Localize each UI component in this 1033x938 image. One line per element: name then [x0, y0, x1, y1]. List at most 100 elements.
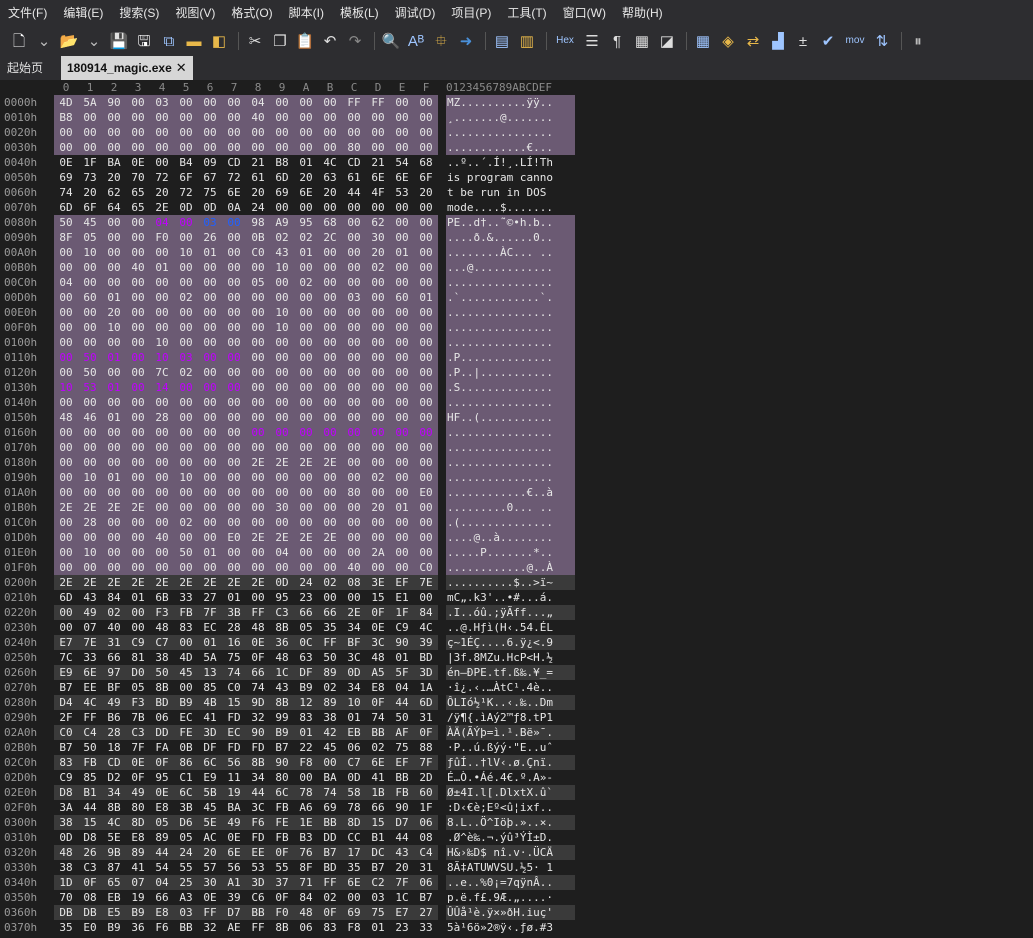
goto-icon[interactable]: ➜ — [455, 30, 477, 52]
hex-byte[interactable]: B9 — [174, 696, 198, 709]
hex-byte[interactable]: 6E — [78, 666, 102, 679]
hex-byte[interactable]: 01 — [198, 636, 222, 649]
hex-byte[interactable]: 00 — [54, 351, 78, 364]
hex-byte[interactable]: 00 — [150, 291, 174, 304]
hex-byte[interactable]: 83 — [294, 711, 318, 724]
hex-byte[interactable]: 00 — [342, 591, 366, 604]
hex-byte[interactable]: 19 — [126, 891, 150, 904]
hex-byte[interactable]: 00 — [126, 96, 150, 109]
hex-byte[interactable]: 28 — [102, 726, 126, 739]
ascii-text[interactable]: .P..|........... — [447, 366, 575, 379]
open-project-icon[interactable]: ◧ — [208, 30, 230, 52]
hex-byte[interactable]: 00 — [150, 441, 174, 454]
hex-byte[interactable]: 00 — [390, 441, 414, 454]
hex-byte[interactable]: 70 — [54, 891, 78, 904]
hex-byte[interactable]: 00 — [390, 366, 414, 379]
hex-byte[interactable]: 87 — [102, 861, 126, 874]
hex-byte[interactable]: 00 — [366, 486, 390, 499]
hex-byte[interactable]: 00 — [54, 516, 78, 529]
hex-byte[interactable]: 27 — [198, 591, 222, 604]
hex-byte[interactable]: 04 — [150, 216, 174, 229]
ascii-text[interactable]: .........0... .. — [447, 501, 575, 514]
hex-byte[interactable]: 0F — [78, 876, 102, 889]
hex-byte[interactable]: 0D — [270, 576, 294, 589]
hex-byte[interactable]: 00 — [222, 261, 246, 274]
hex-byte[interactable]: 2E — [246, 576, 270, 589]
hex-byte[interactable]: 3A — [54, 801, 78, 814]
hex-byte[interactable]: BB — [366, 726, 390, 739]
hex-byte[interactable]: 00 — [126, 396, 150, 409]
hex-byte[interactable]: 48 — [246, 621, 270, 634]
hex-byte[interactable]: 00 — [390, 111, 414, 124]
hex-byte[interactable]: 64 — [102, 201, 126, 214]
ascii-text[interactable]: ¸.......@....... — [447, 111, 575, 124]
hex-byte[interactable]: 49 — [126, 786, 150, 799]
hex-byte[interactable]: 69 — [270, 186, 294, 199]
new-file-icon[interactable]: 🗋 — [8, 30, 30, 52]
hex-byte[interactable]: 5A — [198, 651, 222, 664]
hex-byte[interactable]: 00 — [174, 261, 198, 274]
undo-icon[interactable]: ↶ — [319, 30, 341, 52]
hex-byte[interactable]: 00 — [318, 321, 342, 334]
hex-byte[interactable]: 6E — [222, 846, 246, 859]
menu-item[interactable]: 编辑(E) — [55, 0, 111, 26]
hex-byte[interactable]: 56 — [222, 756, 246, 769]
hex-byte[interactable]: 00 — [126, 216, 150, 229]
hex-byte[interactable]: 00 — [246, 561, 270, 574]
hex-byte[interactable]: 00 — [246, 261, 270, 274]
hex-byte[interactable]: 56 — [222, 861, 246, 874]
hex-byte[interactable]: 72 — [222, 171, 246, 184]
hex-byte[interactable]: 0E — [126, 156, 150, 169]
ascii-text[interactable]: ................ — [447, 336, 575, 349]
menu-item[interactable]: 帮助(H) — [614, 0, 671, 26]
hex-byte[interactable]: 62 — [366, 216, 390, 229]
hex-byte[interactable]: 33 — [78, 651, 102, 664]
hex-byte[interactable]: 00 — [366, 411, 390, 424]
hex-byte[interactable]: 7F — [126, 741, 150, 754]
hex-byte[interactable]: 00 — [198, 291, 222, 304]
hex-byte[interactable]: 00 — [270, 126, 294, 139]
hex-byte[interactable]: 49 — [102, 696, 126, 709]
hex-byte[interactable]: 61 — [246, 171, 270, 184]
hex-byte[interactable]: 38 — [54, 861, 78, 874]
hex-byte[interactable]: 00 — [414, 126, 438, 139]
hex-byte[interactable]: 1D — [54, 876, 78, 889]
hex-byte[interactable]: 74 — [54, 186, 78, 199]
hex-byte[interactable]: 00 — [366, 126, 390, 139]
ascii-text[interactable]: ....@..à........ — [447, 531, 575, 544]
hex-byte[interactable]: 00 — [198, 96, 222, 109]
hex-byte[interactable]: 00 — [342, 471, 366, 484]
hex-byte[interactable]: 00 — [222, 366, 246, 379]
hex-byte[interactable]: 09 — [198, 156, 222, 169]
hex-byte[interactable]: AC — [198, 831, 222, 844]
hex-byte[interactable]: 00 — [390, 561, 414, 574]
hex-byte[interactable]: 00 — [222, 486, 246, 499]
ascii-text[interactable]: ....ð.&......0.. — [447, 231, 575, 244]
hex-byte[interactable]: 00 — [222, 501, 246, 514]
pause-icon[interactable]: ⏸ — [907, 30, 929, 52]
hex-byte[interactable]: 00 — [54, 141, 78, 154]
hex-byte[interactable]: 26 — [78, 846, 102, 859]
ascii-text[interactable]: ..e..%0¡=7qÿnÂ.. — [447, 876, 575, 889]
hex-byte[interactable]: 83 — [174, 621, 198, 634]
ascii-text[interactable]: ................ — [447, 441, 575, 454]
checksum-icon[interactable]: ± — [792, 30, 814, 52]
hex-byte[interactable]: 00 — [78, 111, 102, 124]
hex-byte[interactable]: 00 — [78, 531, 102, 544]
save-as-icon[interactable]: 🖫 — [133, 30, 155, 52]
hex-byte[interactable]: B7 — [318, 846, 342, 859]
hex-byte[interactable]: 00 — [366, 561, 390, 574]
hex-byte[interactable]: 48 — [366, 651, 390, 664]
hex-byte[interactable]: 39 — [414, 636, 438, 649]
hex-byte[interactable]: 00 — [102, 561, 126, 574]
hex-byte[interactable]: 00 — [78, 336, 102, 349]
hex-byte[interactable]: FF — [246, 606, 270, 619]
hex-byte[interactable]: 08 — [414, 831, 438, 844]
hex-byte[interactable]: 00 — [198, 276, 222, 289]
hex-byte[interactable]: 2E — [318, 531, 342, 544]
hex-byte[interactable]: 24 — [174, 846, 198, 859]
hex-byte[interactable]: 00 — [390, 201, 414, 214]
hex-byte[interactable]: C3 — [78, 861, 102, 874]
hex-byte[interactable]: 00 — [126, 276, 150, 289]
hex-byte[interactable]: 23 — [390, 921, 414, 934]
